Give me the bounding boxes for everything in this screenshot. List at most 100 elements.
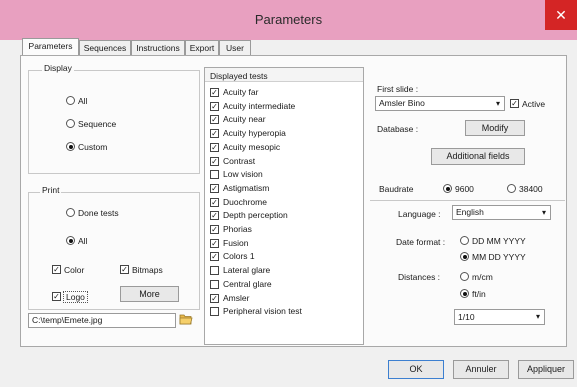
tab-export[interactable]: Export <box>185 40 219 55</box>
baud-38400-radio[interactable] <box>507 184 516 193</box>
test-item-checkbox[interactable]: ✓ <box>210 88 219 97</box>
test-item[interactable]: Central glare <box>206 279 356 290</box>
tab-instructions[interactable]: Instructions <box>131 40 185 55</box>
date-mmddyyyy-label: MM DD YYYY <box>472 252 526 262</box>
test-item-checkbox[interactable] <box>210 279 219 289</box>
baud-9600-label: 9600 <box>455 184 474 194</box>
test-item[interactable]: ✓ Acuity near <box>206 114 356 125</box>
test-item-checkbox[interactable]: ✓ <box>210 225 219 234</box>
test-item[interactable]: Lateral glare <box>206 265 356 276</box>
test-item-label: Acuity mesopic <box>223 141 281 152</box>
date-ddmmyyyy-label: DD MM YYYY <box>472 236 526 246</box>
close-button[interactable]: ✕ <box>545 0 577 30</box>
test-item-checkbox[interactable]: ✓ <box>210 293 219 303</box>
language-select[interactable]: English ▾ <box>452 205 551 220</box>
close-icon: ✕ <box>555 7 567 23</box>
test-item-checkbox[interactable]: ✓ <box>210 183 219 193</box>
language-value: English <box>456 207 484 217</box>
cancel-button[interactable]: Annuler <box>453 360 509 379</box>
display-sequence-radio[interactable] <box>66 119 75 128</box>
test-item[interactable]: ✓ Depth perception <box>206 210 356 221</box>
test-item[interactable]: ✓ Contrast <box>206 156 356 167</box>
test-item-label: Acuity intermediate <box>223 100 296 111</box>
test-item-checkbox[interactable]: ✓ <box>210 129 219 139</box>
test-item-checkbox[interactable]: ✓ <box>210 156 219 166</box>
acuity-scale-select[interactable]: 1/10 ▾ <box>454 309 545 325</box>
print-done-tests-label: Done tests <box>78 208 119 218</box>
test-item-label: Acuity far <box>223 87 259 97</box>
test-item-label: Fusion <box>223 237 249 248</box>
display-custom-radio[interactable] <box>66 142 75 151</box>
color-checkbox[interactable]: ✓ <box>52 265 61 274</box>
test-item-label: Depth perception <box>223 210 288 221</box>
test-item-checkbox[interactable] <box>210 170 219 180</box>
test-item[interactable]: ✓ Astigmatism <box>206 183 356 194</box>
test-item-checkbox[interactable]: ✓ <box>210 197 219 207</box>
tab-parameters[interactable]: Parameters <box>22 38 79 56</box>
test-item-checkbox[interactable]: ✓ <box>210 252 219 262</box>
first-slide-label: First slide : <box>377 84 419 94</box>
displayed-tests-header: Displayed tests <box>210 71 268 81</box>
acuity-scale-value: 1/10 <box>458 312 475 322</box>
print-all-radio[interactable] <box>66 236 75 245</box>
tab-sequences[interactable]: Sequences <box>79 40 131 55</box>
test-item-checkbox[interactable]: ✓ <box>210 101 219 111</box>
distances-label: Distances : <box>398 272 441 282</box>
display-custom-label: Custom <box>78 142 108 152</box>
test-item-checkbox[interactable] <box>210 266 219 276</box>
distance-mcm-radio[interactable] <box>460 272 469 281</box>
test-item-label: Amsler <box>223 292 250 303</box>
test-item[interactable]: ✓ Amsler <box>206 293 356 304</box>
first-slide-select[interactable]: Amsler Bino ▾ <box>375 96 505 111</box>
test-item[interactable]: ✓ Acuity hyperopia <box>206 128 356 139</box>
language-label: Language : <box>398 209 441 219</box>
test-item[interactable]: Low vision <box>206 169 356 180</box>
date-mmddyyyy-radio[interactable] <box>460 252 469 261</box>
test-item[interactable]: ✓ Acuity far <box>206 87 356 98</box>
test-item[interactable]: ✓ Acuity intermediate <box>206 101 356 112</box>
chevron-down-icon: ▾ <box>535 312 540 321</box>
chevron-down-icon: ▾ <box>495 99 500 108</box>
test-item[interactable]: Peripheral vision test <box>206 306 356 317</box>
window-title: Parameters <box>254 12 323 27</box>
ok-button[interactable]: OK <box>388 360 444 379</box>
test-item-label: Low vision <box>223 169 263 180</box>
database-label: Database : <box>377 124 419 134</box>
distance-ftin-radio[interactable] <box>460 289 469 298</box>
test-item-checkbox[interactable]: ✓ <box>210 211 219 221</box>
folder-icon[interactable] <box>179 313 193 325</box>
test-item[interactable]: ✓ Phorias <box>206 224 356 235</box>
test-item[interactable]: ✓ Duochrome <box>206 197 356 208</box>
print-done-tests-radio[interactable] <box>66 208 75 217</box>
date-ddmmyyyy-radio[interactable] <box>460 236 469 245</box>
test-item-checkbox[interactable] <box>210 307 219 317</box>
test-item-checkbox[interactable]: ✓ <box>210 142 219 152</box>
test-item[interactable]: ✓ Acuity mesopic <box>206 142 356 153</box>
logo-label: Logo <box>63 291 88 303</box>
logo-path-input[interactable]: C:\temp\Emete.jpg <box>28 313 176 328</box>
additional-fields-button[interactable]: Additional fields <box>431 148 525 165</box>
test-item[interactable]: ✓ Fusion <box>206 238 356 249</box>
test-item-label: Astigmatism <box>223 182 270 193</box>
bitmaps-checkbox[interactable]: ✓ <box>120 265 129 274</box>
test-item-label: Phorias <box>223 224 252 234</box>
test-item[interactable]: ✓ Colors 1 <box>206 251 356 262</box>
tab-user[interactable]: User <box>219 40 251 55</box>
test-item-label: Acuity near <box>223 114 266 125</box>
divider <box>370 200 565 201</box>
display-all-radio[interactable] <box>66 96 75 105</box>
test-item-label: Lateral glare <box>223 265 271 276</box>
baudrate-label: Baudrate <box>379 184 414 194</box>
active-label: Active <box>522 99 546 109</box>
apply-button[interactable]: Appliquer <box>518 360 574 379</box>
test-item-label: Central glare <box>223 278 272 289</box>
display-all-label: All <box>78 96 88 106</box>
modify-button[interactable]: Modify <box>465 120 525 136</box>
baud-9600-radio[interactable] <box>443 184 452 193</box>
more-button[interactable]: More <box>120 286 179 302</box>
test-item-checkbox[interactable]: ✓ <box>210 238 219 248</box>
test-item-label: Peripheral vision test <box>223 306 302 317</box>
active-checkbox[interactable]: ✓ <box>510 99 519 108</box>
test-item-checkbox[interactable]: ✓ <box>210 115 219 125</box>
logo-checkbox[interactable]: ✓ <box>52 292 61 301</box>
